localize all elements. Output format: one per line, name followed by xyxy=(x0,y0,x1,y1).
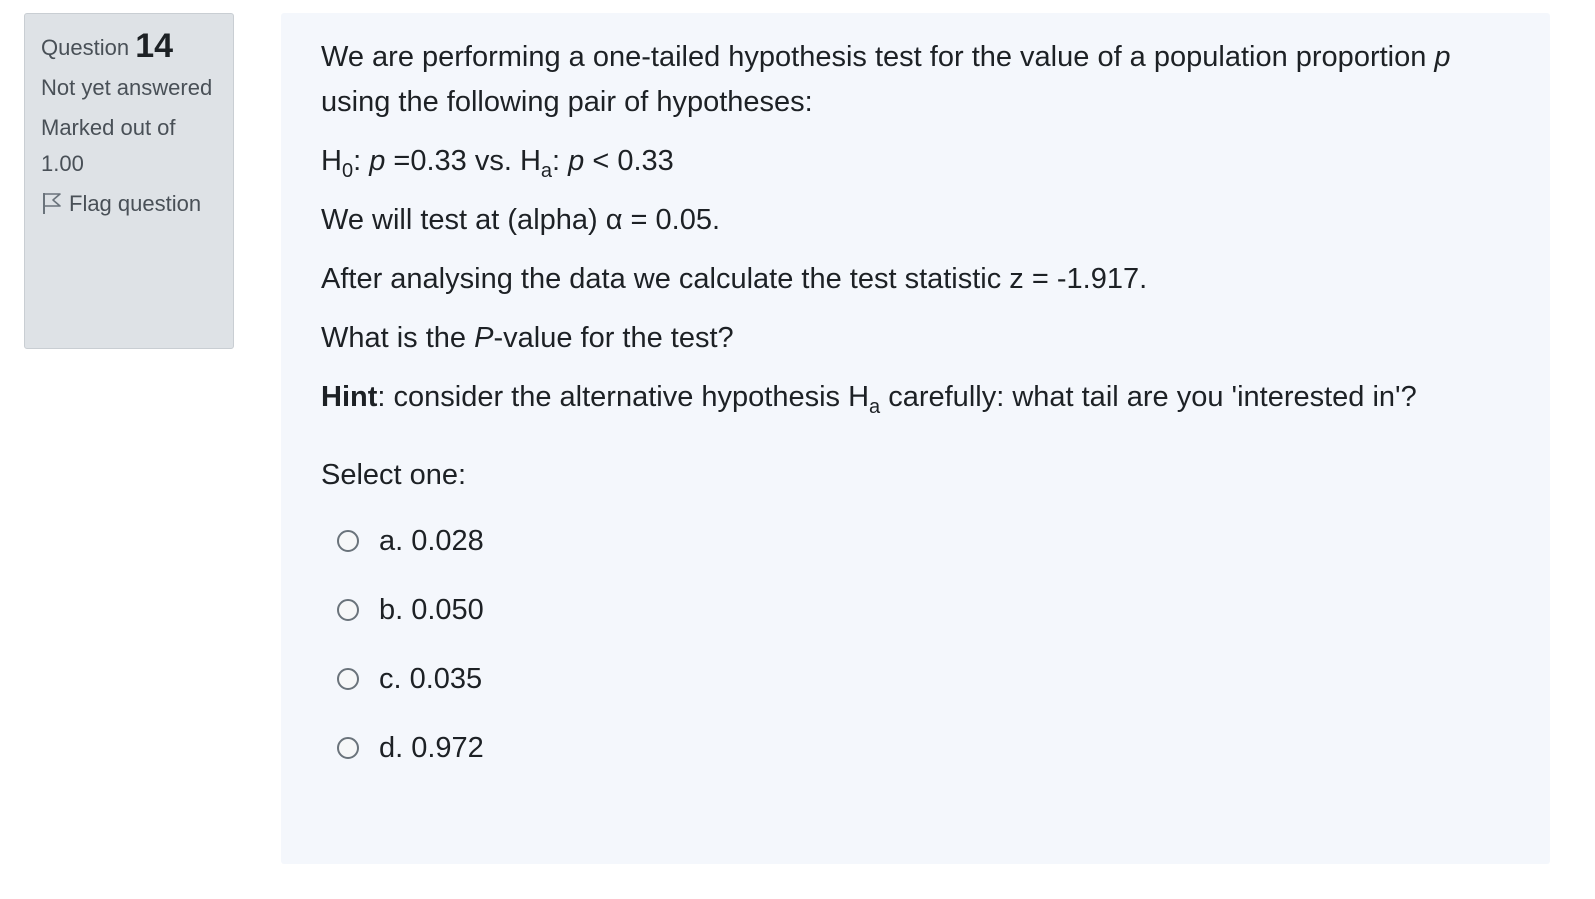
hint-label: Hint xyxy=(321,381,378,413)
hint-text-1: : consider the alternative hypothesis H xyxy=(377,381,870,413)
intro-text-1: We are performing a one-tailed hypothesi… xyxy=(321,41,1427,73)
question-content: We are performing a one-tailed hypothesi… xyxy=(281,13,1550,864)
intro-variable: p xyxy=(1434,41,1451,73)
option-c[interactable]: c. 0.035 xyxy=(337,644,1510,713)
question-state: Not yet answered xyxy=(41,75,213,100)
option-a[interactable]: a. 0.028 xyxy=(337,506,1510,575)
h0-subscript: 0 xyxy=(341,160,354,182)
question-intro: We are performing a one-tailed hypothesi… xyxy=(321,35,1510,125)
ha-value: < 0.33 xyxy=(584,145,674,177)
pvalue-question: What is the P-value for the test? xyxy=(321,316,1510,361)
question-number-line: Question 14 xyxy=(41,28,217,66)
ha-colon: : xyxy=(552,145,569,177)
hint-text-2: carefully: what tail are you 'interested… xyxy=(880,381,1417,413)
question-label: Question xyxy=(41,35,130,60)
answer-options: a. 0.028 b. 0.050 c. 0.035 d. 0.972 xyxy=(337,506,1510,782)
hint-subscript: a xyxy=(869,396,881,418)
option-b[interactable]: b. 0.050 xyxy=(337,575,1510,644)
alpha-line: We will test at (alpha) α = 0.05. xyxy=(321,204,721,236)
question-grade: Marked out of 1.00 xyxy=(41,115,176,176)
h0-variable: p xyxy=(369,145,386,177)
pvalue-variable: P xyxy=(474,322,494,354)
option-d[interactable]: d. 0.972 xyxy=(337,713,1510,782)
ha-symbol: H xyxy=(519,145,541,177)
radio-unchecked-icon[interactable] xyxy=(337,598,359,621)
option-d-label[interactable]: d. 0.972 xyxy=(379,728,484,768)
select-one-label: Select one: xyxy=(321,459,467,491)
flag-question-link[interactable]: Flag question xyxy=(41,186,217,222)
radio-unchecked-icon[interactable] xyxy=(337,736,359,759)
h0-colon: : xyxy=(353,145,370,177)
pvalue-text-pre: What is the xyxy=(321,322,475,354)
h0-value: =0.33 vs. xyxy=(385,145,520,177)
option-c-label[interactable]: c. 0.035 xyxy=(379,659,482,699)
question-number: 14 xyxy=(135,27,174,65)
option-b-label[interactable]: b. 0.050 xyxy=(379,590,484,630)
radio-unchecked-icon[interactable] xyxy=(337,529,359,552)
flag-icon xyxy=(41,190,63,214)
hypotheses-line: H0: p =0.33 vs. Ha: p < 0.33 xyxy=(321,139,1510,184)
h0-symbol: H xyxy=(321,145,342,177)
ha-variable: p xyxy=(568,145,585,177)
hint-line: Hint: consider the alternative hypothesi… xyxy=(321,375,1510,420)
pvalue-text-post: -value for the test? xyxy=(493,322,734,354)
intro-text-2: using the following pair of hypotheses: xyxy=(321,86,813,118)
radio-unchecked-icon[interactable] xyxy=(337,667,359,690)
question-info-box: Question 14 Not yet answered Marked out … xyxy=(24,13,234,349)
option-a-label[interactable]: a. 0.028 xyxy=(379,521,484,561)
test-statistic-line: After analysing the data we calculate th… xyxy=(321,263,1148,295)
flag-question-label: Flag question xyxy=(69,191,202,216)
ha-subscript: a xyxy=(540,160,553,182)
